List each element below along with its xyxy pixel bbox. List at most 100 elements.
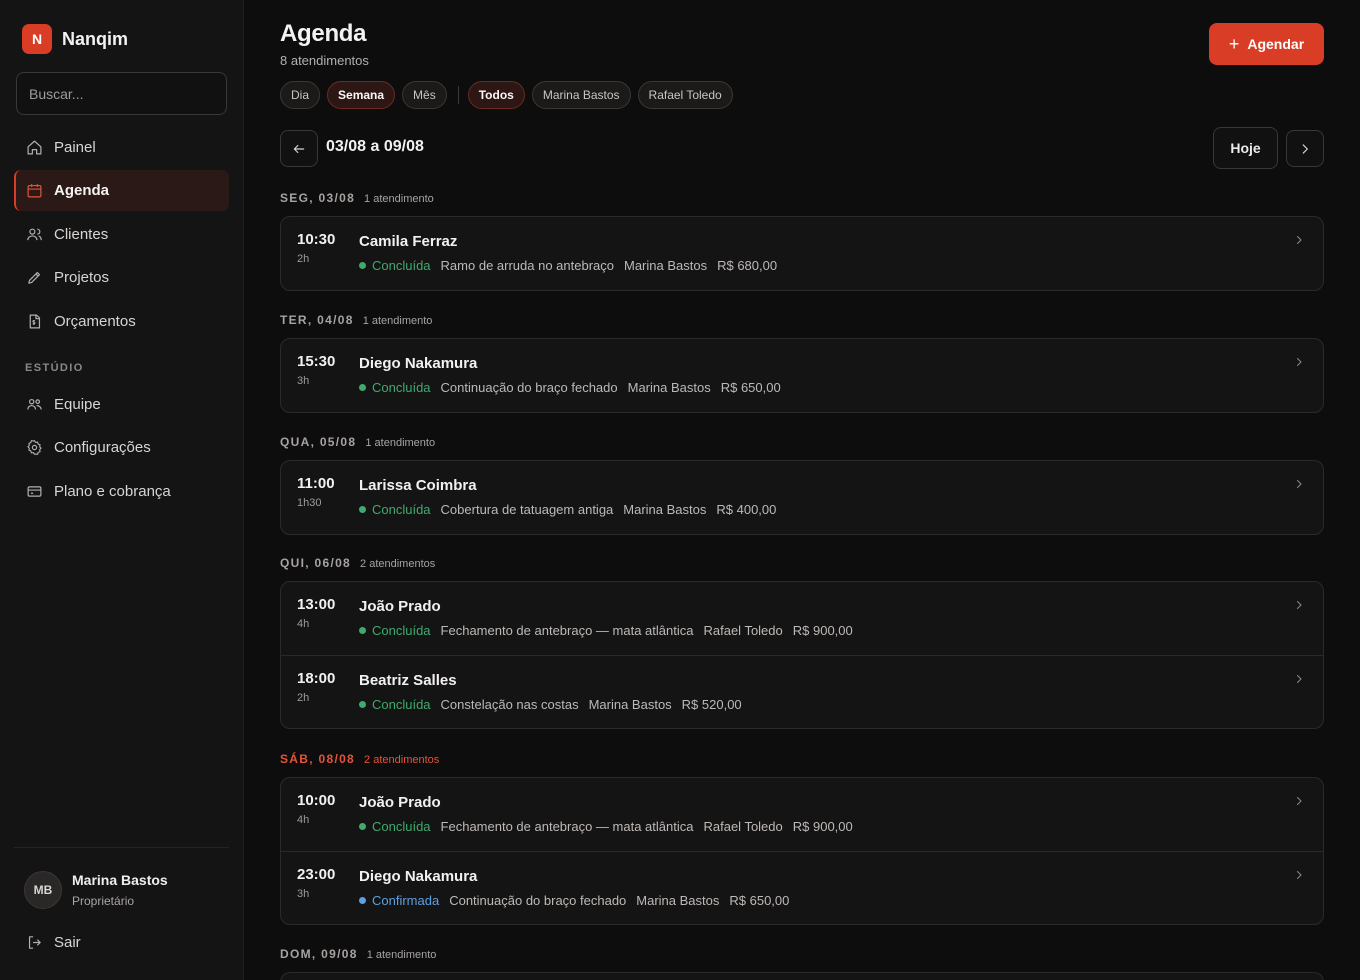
user-role: Proprietário (72, 894, 135, 908)
sidebar-item-painel[interactable]: Painel (14, 127, 229, 168)
appointment-client: João Prado (359, 794, 441, 811)
chevron-right-icon (1293, 794, 1305, 806)
chip-artist-marina[interactable]: Marina Bastos (531, 81, 631, 109)
today-button[interactable]: Hoje (1213, 127, 1278, 169)
day-appointments-card: 11:00 1h30 Larissa Coimbra Concluída Cobertu… (280, 460, 1324, 535)
appointment-client: Larissa Coimbra (359, 477, 477, 494)
chevron-right-icon (1293, 355, 1305, 367)
sidebar-item-label: Configurações (54, 439, 151, 456)
appointment-duration: 2h (297, 253, 310, 265)
search-input[interactable] (16, 72, 227, 115)
appointment-artist: Rafael Toledo (703, 623, 783, 638)
brand-logo: N (22, 24, 52, 54)
chevron-right-icon (1293, 598, 1305, 610)
sidebar-item-orcamentos[interactable]: Orçamentos (14, 301, 229, 342)
chevron-right-icon (1293, 233, 1305, 245)
appointment-client: Beatriz Salles (359, 672, 457, 689)
chip-view-mes[interactable]: Mês (402, 81, 447, 109)
appointment-artist: Marina Bastos (623, 502, 707, 517)
plus-icon: + (1228, 34, 1240, 54)
invoice-icon (25, 313, 43, 331)
status-dot-icon (359, 823, 366, 830)
status-dot-icon (359, 701, 366, 708)
day-count: 1 atendimento (364, 193, 434, 205)
logout-button[interactable]: Sair (14, 922, 229, 962)
appointment-price: R$ 650,00 (729, 893, 790, 908)
appointment-price: R$ 400,00 (716, 502, 777, 517)
day-count: 1 atendimento (362, 315, 433, 327)
appointment-artist: Rafael Toledo (703, 819, 783, 834)
sidebar-item-plano-cobranca[interactable]: Plano e cobrança (14, 471, 229, 512)
chip-separator (457, 86, 459, 104)
appointment-time: 11:00 (297, 475, 335, 492)
team-icon (25, 396, 43, 414)
sidebar-item-agenda[interactable]: Agenda (14, 170, 229, 211)
day-header: DOM, 09/08 1 atendimento (280, 947, 436, 961)
day-count: 1 atendimento (365, 437, 436, 449)
sidebar-item-label: Painel (54, 139, 96, 156)
chip-view-semana[interactable]: Semana (327, 81, 396, 109)
sidebar-item-label: Agenda (54, 182, 110, 199)
appointment-duration: 4h (297, 618, 310, 630)
appointment-price: R$ 650,00 (720, 380, 781, 395)
section-label-estudio: ESTÚDIO (25, 362, 84, 374)
appointment-client: Diego Nakamura (359, 868, 478, 885)
previous-week-button[interactable] (280, 130, 318, 167)
day-header: SÁB, 08/08 2 atendimentos (280, 752, 439, 766)
appointment-row[interactable]: 15:30 3h Diego Nakamura Concluída Continuaçã… (281, 339, 1323, 412)
sidebar-item-configuracoes[interactable]: Configurações (14, 427, 229, 468)
day-appointments-card: 13:00 4h João Prado Concluída Fechamento de … (280, 581, 1324, 729)
appointment-row[interactable]: 10:00 4h João Prado Concluída Fechamento de … (281, 778, 1323, 851)
appointment-time: 18:00 (297, 670, 336, 687)
appointment-row[interactable]: 23:00 3h Diego Nakamura Confirmada Continuaç… (281, 851, 1323, 924)
schedule-button[interactable]: + Agendar (1209, 23, 1324, 65)
sidebar-item-projetos[interactable]: Projetos (14, 257, 229, 298)
user-name: Marina Bastos (72, 872, 168, 888)
chip-artist-todos[interactable]: Todos (467, 81, 525, 109)
next-week-button[interactable] (1286, 130, 1324, 167)
status-badge: Concluída (372, 819, 431, 834)
day-header: TER, 04/08 1 atendimento (280, 313, 432, 327)
status-dot-icon (359, 384, 366, 391)
filter-chips: Dia Semana Mês Todos Marina Bastos Rafae… (280, 81, 740, 109)
sidebar-item-clientes[interactable]: Clientes (14, 214, 229, 255)
status-badge: Concluída (372, 502, 431, 517)
gear-icon (25, 439, 43, 457)
appointment-row[interactable]: 11:00 1h30 Larissa Coimbra Concluída Cobertu… (281, 461, 1323, 534)
sidebar-item-equipe[interactable]: Equipe (14, 384, 229, 425)
chevron-right-icon (1298, 142, 1312, 156)
chip-view-dia[interactable]: Dia (280, 81, 321, 109)
chip-artist-rafael[interactable]: Rafael Toledo (637, 81, 733, 109)
calendar-icon (25, 182, 43, 200)
day-label: DOM, 09/08 (280, 947, 358, 961)
avatar: MB (24, 871, 62, 909)
appointment-duration: 3h (297, 375, 310, 387)
appointment-client: Camila Ferraz (359, 233, 458, 250)
pencil-icon (25, 269, 43, 287)
appointment-row[interactable]: 10:30 2h Camila Ferraz Concluída Ramo de arr… (281, 217, 1323, 290)
day-label: QUA, 05/08 (280, 435, 357, 449)
appointment-artist: Marina Bastos (588, 697, 672, 712)
day-label: TER, 04/08 (280, 313, 354, 327)
status-badge: Confirmada (372, 893, 440, 908)
brand[interactable]: N Nanqim (22, 24, 128, 54)
sidebar-item-label: Equipe (54, 396, 101, 413)
day-header: QUA, 05/08 1 atendimento (280, 435, 435, 449)
appointment-time: 15:30 (297, 353, 336, 370)
appointment-row[interactable]: 18:00 2h Beatriz Salles Concluída Constelaçã… (281, 655, 1323, 728)
day-appointments-card: 10:30 2h Camila Ferraz Concluída Ramo de arr… (280, 216, 1324, 291)
user-profile[interactable]: MB Marina Bastos Proprietário (24, 871, 168, 909)
chevron-right-icon (1293, 477, 1305, 489)
appointment-row[interactable]: 13:00 4h João Prado Concluída Fechamento de … (281, 582, 1323, 655)
appointment-meta: Concluída Ramo de arruda no antebraço Mari… (359, 258, 787, 273)
status-dot-icon (359, 897, 366, 904)
appointment-meta: Concluída Continuação do braço fechado Mar… (359, 380, 791, 395)
day-label: SÁB, 08/08 (280, 752, 356, 766)
status-dot-icon (359, 262, 366, 269)
appointment-description: Cobertura de tatuagem antiga (440, 502, 614, 517)
day-count: 2 atendimentos (364, 754, 440, 766)
appointment-price: R$ 900,00 (792, 623, 853, 638)
appointment-duration: 1h30 (297, 497, 322, 509)
appointment-price: R$ 900,00 (792, 819, 853, 834)
sidebar-item-label: Orçamentos (54, 313, 136, 330)
